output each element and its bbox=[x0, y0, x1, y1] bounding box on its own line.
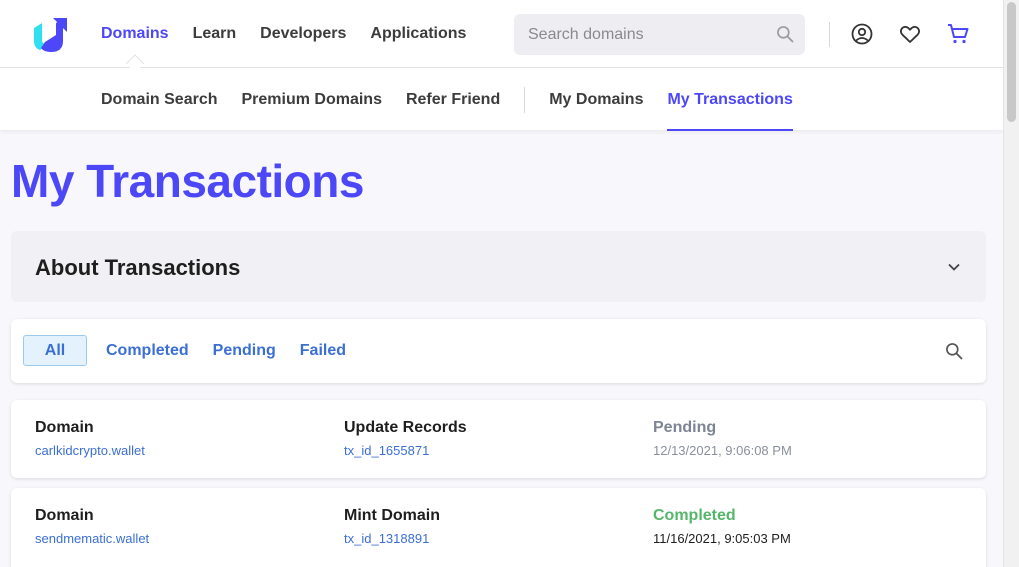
logo-icon[interactable] bbox=[27, 14, 69, 56]
search-input[interactable] bbox=[514, 14, 764, 55]
cart-icon[interactable] bbox=[946, 22, 970, 46]
subnav-my-domains[interactable]: My Domains bbox=[549, 68, 643, 131]
nav-developers[interactable]: Developers bbox=[260, 25, 346, 43]
filter-completed[interactable]: Completed bbox=[95, 335, 200, 366]
sub-nav: Domain Search Premium Domains Refer Frie… bbox=[0, 68, 1003, 131]
transaction-time: 11/16/2021, 9:05:03 PM bbox=[653, 531, 791, 546]
about-title: About Transactions bbox=[35, 255, 241, 280]
transaction-row[interactable]: Domain sendmematic.wallet Mint Domain tx… bbox=[11, 488, 986, 567]
subnav-refer-friend[interactable]: Refer Friend bbox=[406, 68, 500, 131]
scrollbar[interactable] bbox=[1003, 0, 1019, 567]
subnav-domain-search[interactable]: Domain Search bbox=[101, 68, 217, 131]
search-icon[interactable] bbox=[775, 24, 795, 44]
domain-label: Domain bbox=[35, 419, 94, 436]
nav-domains[interactable]: Domains bbox=[101, 25, 169, 43]
page-title: My Transactions bbox=[11, 155, 364, 207]
status-badge: Completed bbox=[653, 507, 736, 524]
transaction-row[interactable]: Domain carlkidcrypto.wallet Update Recor… bbox=[11, 400, 986, 478]
top-header: Domains Learn Developers Applications bbox=[0, 0, 1003, 68]
transaction-time: 12/13/2021, 9:06:08 PM bbox=[653, 443, 792, 458]
transaction-id-link[interactable]: tx_id_1318891 bbox=[344, 531, 440, 546]
filter-failed[interactable]: Failed bbox=[289, 335, 357, 366]
domain-link[interactable]: sendmematic.wallet bbox=[35, 531, 149, 546]
transaction-id-link[interactable]: tx_id_1655871 bbox=[344, 443, 467, 458]
page: Domains Learn Developers Applications Do… bbox=[0, 0, 1003, 567]
domain-label: Domain bbox=[35, 507, 94, 524]
search-icon[interactable] bbox=[944, 341, 964, 361]
subnav-my-transactions[interactable]: My Transactions bbox=[667, 68, 794, 131]
nav-applications[interactable]: Applications bbox=[370, 25, 466, 43]
filter-bar: All Completed Pending Failed bbox=[11, 319, 986, 383]
chevron-down-icon[interactable] bbox=[946, 259, 962, 275]
about-transactions-accordion[interactable]: About Transactions bbox=[11, 231, 986, 302]
filter-pending[interactable]: Pending bbox=[202, 335, 287, 366]
domain-link[interactable]: carlkidcrypto.wallet bbox=[35, 443, 145, 458]
subnav-divider bbox=[524, 86, 526, 113]
header-divider bbox=[829, 22, 830, 47]
status-badge: Pending bbox=[653, 419, 717, 436]
main-nav: Domains Learn Developers Applications bbox=[101, 0, 466, 68]
subnav-premium-domains[interactable]: Premium Domains bbox=[241, 68, 381, 131]
transaction-type: Mint Domain bbox=[344, 507, 440, 524]
nav-learn[interactable]: Learn bbox=[193, 25, 237, 43]
filter-all[interactable]: All bbox=[23, 335, 87, 366]
transaction-type: Update Records bbox=[344, 419, 467, 436]
heart-icon[interactable] bbox=[898, 22, 922, 46]
scrollbar-thumb[interactable] bbox=[1007, 2, 1016, 122]
account-icon[interactable] bbox=[850, 22, 874, 46]
search-box bbox=[514, 14, 805, 55]
